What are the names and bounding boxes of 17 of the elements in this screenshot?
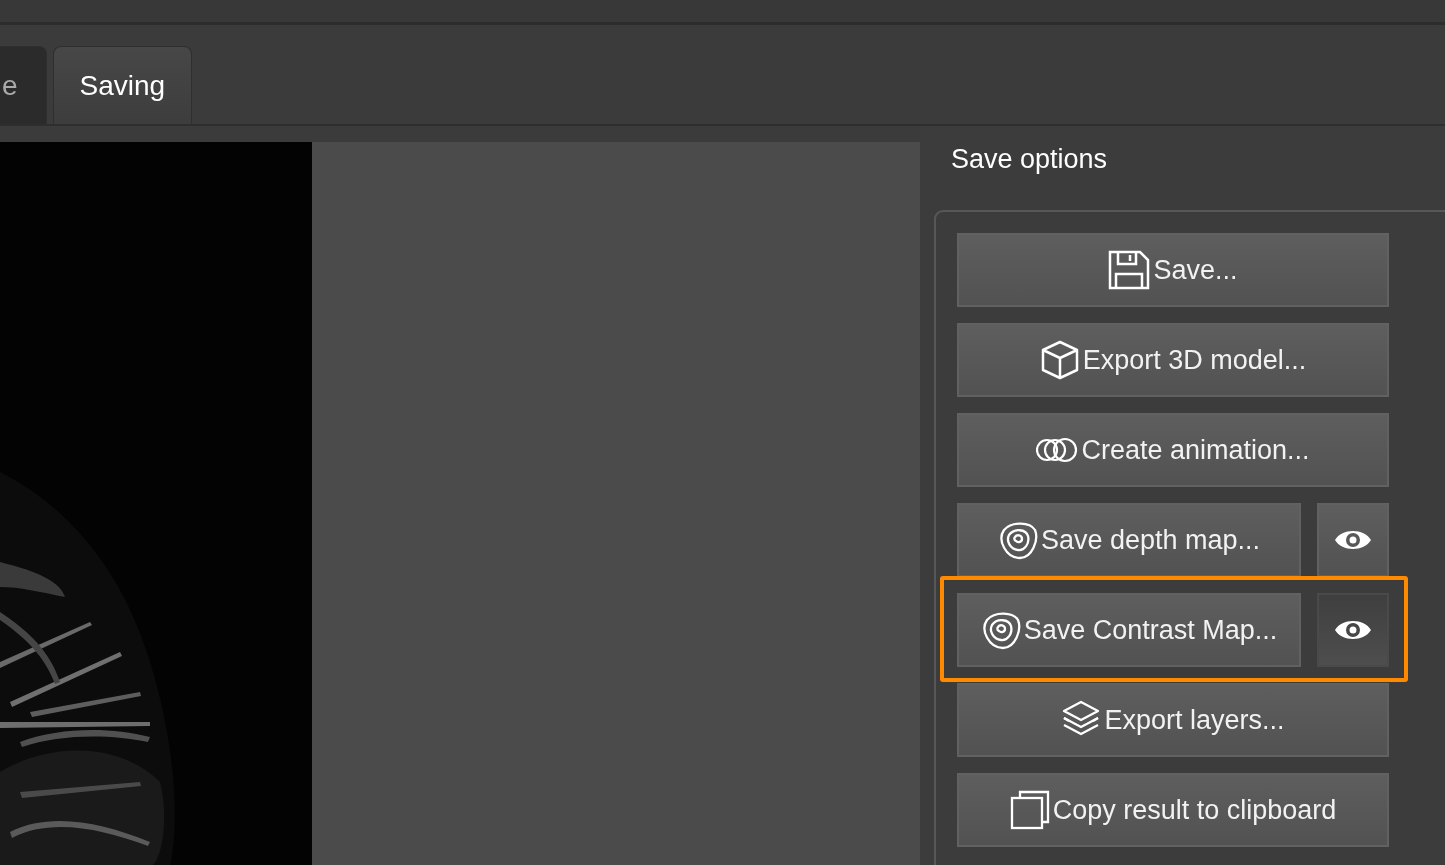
panel-title: Save options	[950, 142, 1109, 176]
action-button[interactable]: Export 3D model...	[957, 323, 1389, 397]
copy-icon	[1009, 790, 1050, 830]
tab[interactable]: Saving	[52, 46, 193, 124]
action-button[interactable]: Save depth map...	[957, 503, 1301, 577]
action-button[interactable]: Create animation...	[957, 413, 1389, 487]
action-button[interactable]: Save Contrast Map...	[957, 593, 1301, 667]
cube-icon	[1039, 340, 1080, 380]
action-button[interactable]: Export layers...	[957, 683, 1389, 757]
action-button[interactable]: Save...	[957, 233, 1389, 307]
preview-toggle[interactable]	[1317, 593, 1389, 667]
tab[interactable]: e	[0, 46, 47, 124]
circles-icon	[1036, 436, 1079, 464]
contour-icon	[980, 610, 1021, 650]
action-button[interactable]: Copy result to clipboard	[957, 773, 1389, 847]
contour-icon	[997, 520, 1038, 560]
preview-toggle[interactable]	[1317, 503, 1389, 577]
